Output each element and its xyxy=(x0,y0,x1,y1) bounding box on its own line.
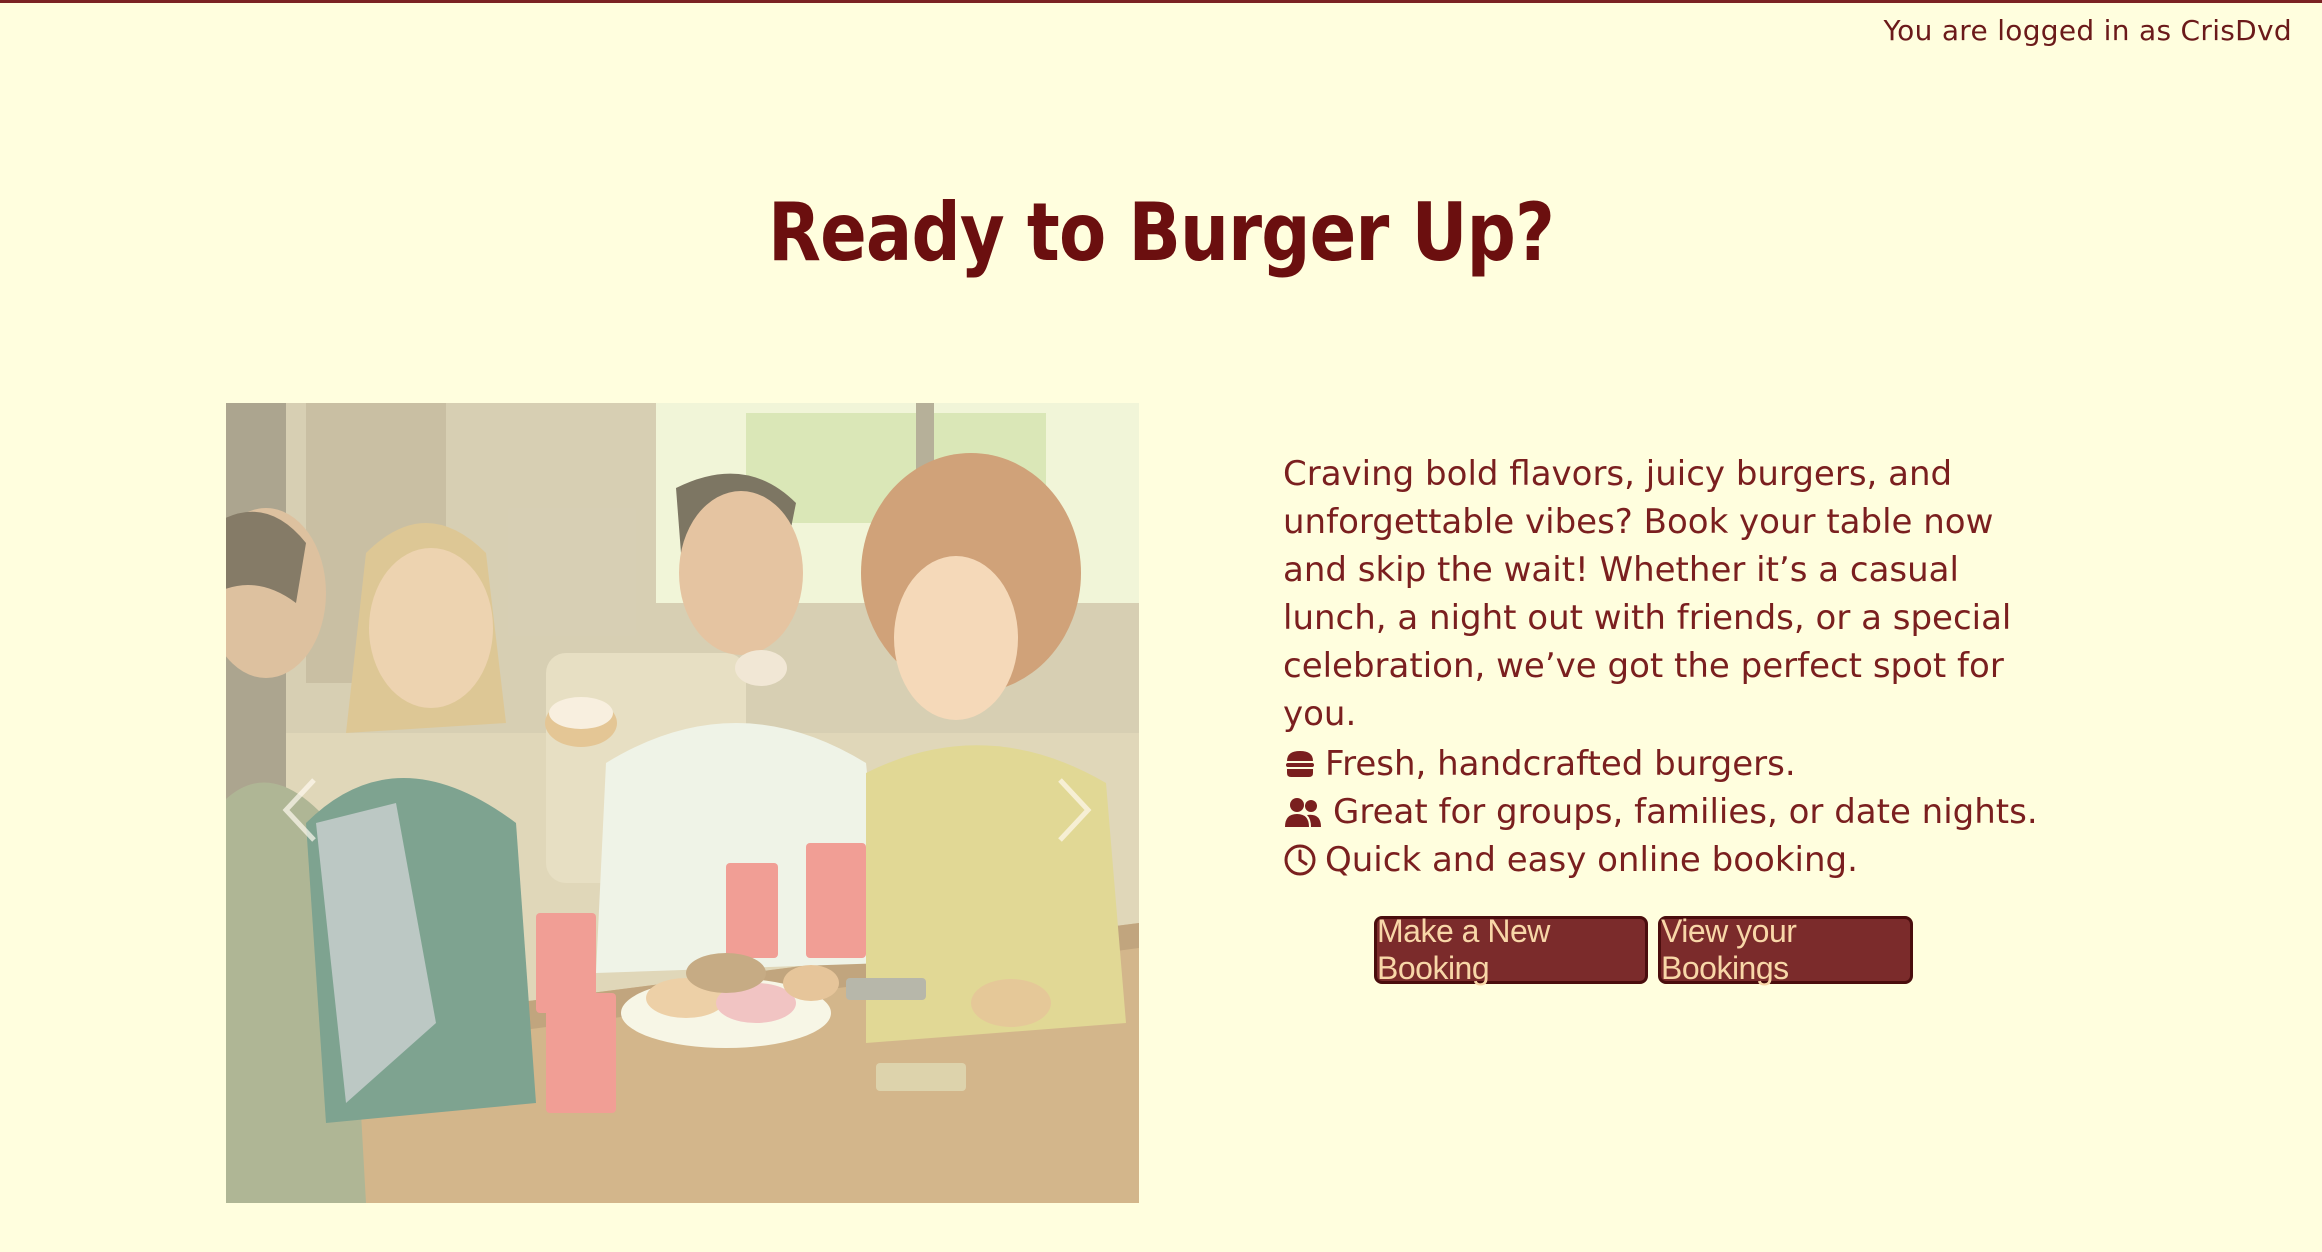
feature-item: Quick and easy online booking. xyxy=(1283,836,2038,884)
users-icon xyxy=(1283,795,1323,829)
feature-item: Fresh, handcrafted burgers. xyxy=(1283,740,2038,788)
login-status: You are logged in as CrisDvd xyxy=(1883,14,2292,47)
burger-icon xyxy=(1283,747,1317,781)
carousel-prev-button[interactable] xyxy=(272,770,332,850)
view-bookings-button[interactable]: View your Bookings xyxy=(1658,913,1913,986)
carousel-next-button[interactable] xyxy=(1042,770,1102,850)
feature-text: Quick and easy online booking. xyxy=(1325,840,1858,880)
image-fade-overlay xyxy=(226,403,1139,1203)
image-carousel xyxy=(226,403,1139,1203)
next-arrow-icon xyxy=(1058,778,1092,842)
page-title: Ready to Burger Up? xyxy=(767,186,1555,279)
feature-list: Fresh, handcrafted burgers. Great for gr… xyxy=(1283,740,2038,884)
make-new-booking-button[interactable]: Make a New Booking xyxy=(1374,913,1648,986)
intro-paragraph: Craving bold flavors, juicy burgers, and… xyxy=(1283,454,2012,734)
feature-text: Great for groups, families, or date nigh… xyxy=(1333,792,2038,832)
feature-item: Great for groups, families, or date nigh… xyxy=(1283,788,2038,836)
clock-icon xyxy=(1283,843,1317,877)
feature-text: Fresh, handcrafted burgers. xyxy=(1325,744,1796,784)
prev-arrow-icon xyxy=(282,778,316,842)
top-border xyxy=(0,0,2322,3)
